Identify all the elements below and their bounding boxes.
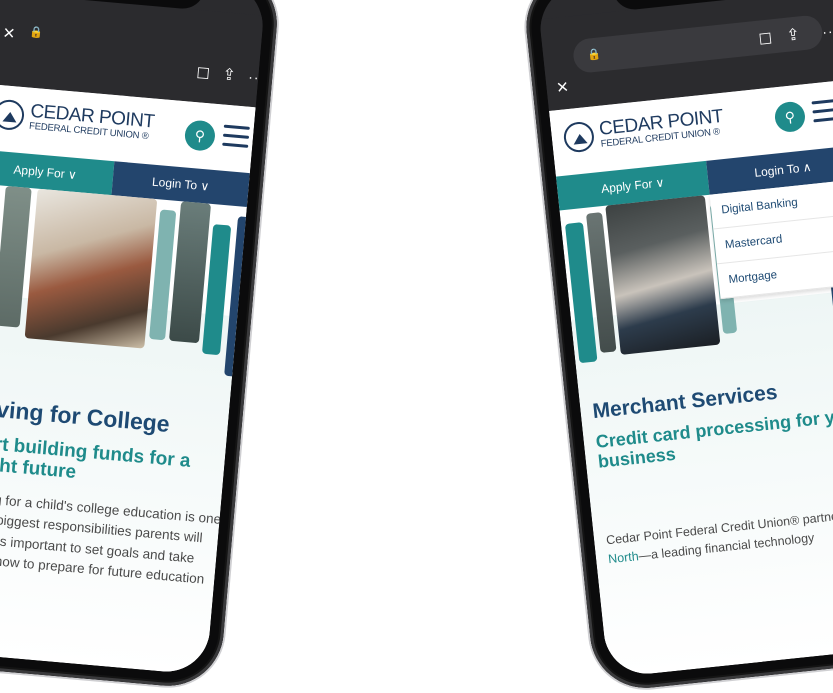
site-logo[interactable]: CEDAR POINT FEDERAL CREDIT UNION ® [562, 106, 725, 154]
lighthouse-icon [562, 120, 596, 154]
share-icon[interactable]: ⇪ [222, 64, 237, 85]
more-icon[interactable]: ··· [821, 22, 833, 40]
menu-button[interactable] [222, 124, 250, 149]
menu-button[interactable] [811, 98, 833, 124]
bookmark-icon[interactable]: ☐ [758, 29, 773, 48]
lock-icon: 🔒 [28, 26, 44, 40]
more-icon[interactable]: ··· [248, 69, 266, 86]
close-icon[interactable]: × [556, 76, 570, 99]
site-logo[interactable]: CEDAR POINT FEDERAL CREDIT UNION ® [0, 98, 155, 143]
lighthouse-icon [0, 98, 26, 132]
left-screen: × 🔒 ☐ ⇪ ··· CEDAR POINT FEDERAL CREDIT U… [0, 0, 267, 676]
left-phone: × 🔒 ☐ ⇪ ··· CEDAR POINT FEDERAL CREDIT U… [0, 0, 282, 691]
bookmark-icon[interactable]: ☐ [196, 64, 211, 83]
right-screen: × 🔒 ☐ ⇪ ··· CEDAR POINT FEDERAL CREDIT U… [536, 0, 833, 678]
hero-photo-classroom [24, 188, 158, 349]
search-icon: ⚲ [194, 127, 206, 145]
web-page: CEDAR POINT FEDERAL CREDIT UNION ® ⚲ App… [0, 83, 256, 676]
hero-photo-merchant [605, 195, 721, 355]
lock-icon: 🔒 [586, 48, 602, 62]
right-phone: × 🔒 ☐ ⇪ ··· CEDAR POINT FEDERAL CREDIT U… [520, 0, 833, 693]
search-icon: ⚲ [784, 108, 796, 126]
web-page: CEDAR POINT FEDERAL CREDIT UNION ® ⚲ App… [549, 79, 833, 678]
address-bar[interactable] [571, 14, 824, 75]
north-link[interactable]: North [607, 549, 639, 566]
search-button[interactable]: ⚲ [773, 100, 807, 134]
login-dropdown: Digital Banking Mastercard Mortgage [709, 178, 833, 300]
share-icon[interactable]: ⇪ [785, 24, 801, 45]
hero-collage [0, 183, 256, 396]
close-icon[interactable]: × [2, 22, 16, 45]
search-button[interactable]: ⚲ [183, 119, 217, 152]
